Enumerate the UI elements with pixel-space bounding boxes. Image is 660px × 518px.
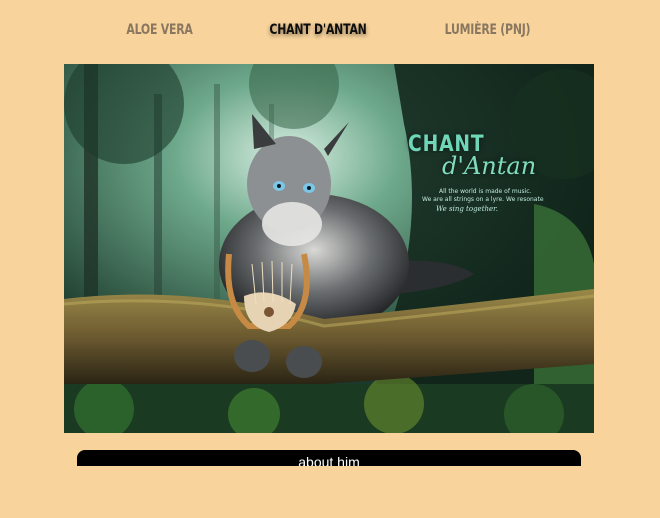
about-him-button[interactable]: about him bbox=[77, 450, 581, 466]
hero-tagline: We are all strings on a lyre. We resonat… bbox=[422, 196, 544, 203]
tab-lumiere-pnj[interactable]: LUMIÈRE (PNJ) bbox=[443, 22, 533, 38]
hero-tagline: All the world is made of music. bbox=[439, 188, 532, 195]
tab-chant-d-antan[interactable]: CHANT D'ANTAN bbox=[267, 22, 370, 38]
tab-aloe-vera[interactable]: ALOE VERA bbox=[122, 22, 196, 38]
top-navigation: ALOE VERA CHANT D'ANTAN LUMIÈRE (PNJ) bbox=[0, 22, 660, 46]
hero-script-title: d'Antan bbox=[442, 152, 537, 180]
forest-background bbox=[64, 64, 594, 433]
hero-tagline: We sing together. bbox=[436, 205, 498, 213]
hero-image: CHANT d'Antan All the world is made of m… bbox=[64, 64, 594, 433]
